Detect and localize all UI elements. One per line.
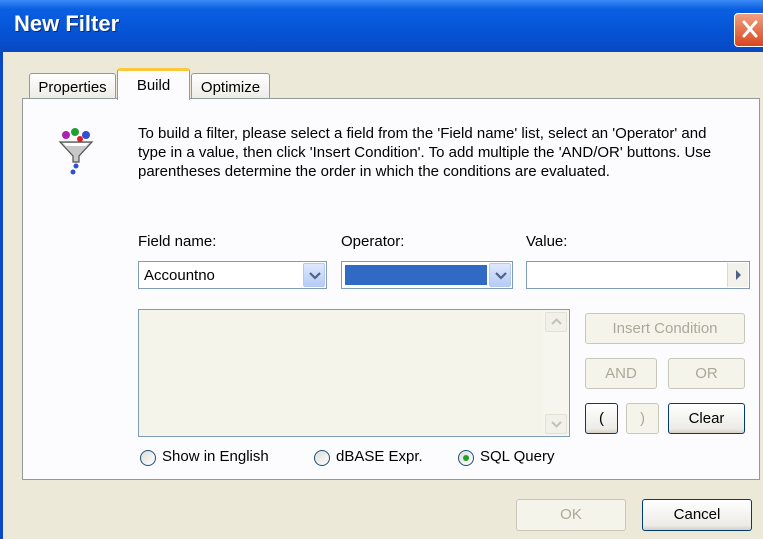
close-parenthesis-button[interactable]: ) xyxy=(626,403,659,434)
open-parenthesis-button[interactable]: ( xyxy=(585,403,618,434)
close-button[interactable] xyxy=(734,13,763,47)
operator-select[interactable] xyxy=(341,261,513,289)
radio-label: Show in English xyxy=(162,448,269,465)
chevron-down-icon xyxy=(551,421,562,428)
tab-optimize[interactable]: Optimize xyxy=(191,73,270,99)
new-filter-dialog: New Filter Properties Build Optimize To … xyxy=(0,0,763,539)
tab-optimize-label: Optimize xyxy=(200,79,261,96)
radio-button[interactable] xyxy=(140,450,156,466)
condition-scrollbar[interactable] xyxy=(543,310,569,436)
chevron-down-icon xyxy=(495,272,507,280)
tab-build-label: Build xyxy=(136,77,171,94)
build-instructions: To build a filter, please select a field… xyxy=(138,125,712,180)
close-icon xyxy=(742,20,758,38)
scroll-up-button[interactable] xyxy=(545,312,567,332)
tab-properties-label: Properties xyxy=(38,79,107,96)
condition-textarea[interactable] xyxy=(138,309,570,437)
radio-selected-dot xyxy=(463,455,469,461)
radio-label: dBASE Expr. xyxy=(336,448,423,465)
or-button[interactable]: OR xyxy=(668,358,745,389)
operator-label: Operator: xyxy=(341,233,405,250)
filter-funnel-icon xyxy=(58,128,94,175)
window-title: New Filter xyxy=(14,11,120,36)
operator-dropdown-button[interactable] xyxy=(489,263,511,287)
field-name-dropdown-button[interactable] xyxy=(303,263,325,287)
radio-button[interactable] xyxy=(314,450,330,466)
value-picker-button[interactable] xyxy=(727,263,748,287)
radio-label: SQL Query xyxy=(480,448,555,465)
chevron-right-icon xyxy=(736,270,741,280)
radio-button[interactable] xyxy=(458,450,474,466)
value-label: Value: xyxy=(526,233,568,250)
and-button[interactable]: AND xyxy=(585,358,657,389)
scroll-down-button[interactable] xyxy=(545,414,567,434)
value-input[interactable] xyxy=(526,261,750,289)
chevron-up-icon xyxy=(551,318,562,325)
field-name-label: Field name: xyxy=(138,233,217,250)
field-name-selected-value: Accountno xyxy=(144,267,215,284)
operator-selection-highlight xyxy=(345,265,487,285)
clear-button[interactable]: Clear xyxy=(668,403,745,434)
chevron-down-icon xyxy=(309,272,321,280)
cancel-button[interactable]: Cancel xyxy=(642,499,752,531)
tab-properties[interactable]: Properties xyxy=(29,73,116,99)
insert-condition-button[interactable]: Insert Condition xyxy=(585,313,745,344)
field-name-select[interactable]: Accountno xyxy=(138,261,327,289)
tab-build[interactable]: Build xyxy=(117,68,190,100)
window-frame xyxy=(0,52,3,539)
ok-button[interactable]: OK xyxy=(516,499,626,531)
title-bar[interactable]: New Filter xyxy=(0,0,763,52)
